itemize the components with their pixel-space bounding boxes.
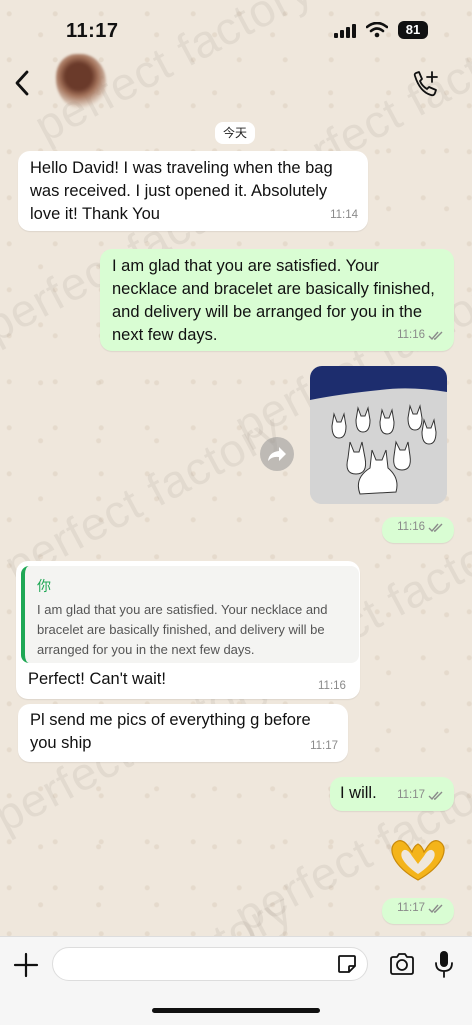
message-time: 11:14	[330, 209, 358, 221]
chat-header	[0, 54, 472, 110]
heart-hands-emoji-icon[interactable]	[386, 834, 450, 884]
incoming-message[interactable]: Pl send me pics of everything g before y…	[18, 704, 348, 762]
quote-text: I am glad that you are satisfied. Your n…	[37, 602, 328, 657]
message-time-wrap: 11:16	[397, 324, 444, 347]
message-time-wrap: 11:17	[397, 897, 444, 920]
signal-icon	[334, 24, 356, 38]
status-time: 11:17	[66, 20, 119, 42]
read-ticks-icon	[428, 523, 443, 532]
incoming-message[interactable]: Hello David! I was traveling when the ba…	[18, 151, 368, 231]
forward-button[interactable]	[260, 437, 294, 471]
add-call-button[interactable]	[410, 70, 440, 100]
read-ticks-icon	[428, 904, 443, 913]
microphone-button[interactable]	[434, 949, 454, 979]
contact-avatar[interactable]	[56, 54, 106, 110]
sticker-image	[310, 366, 447, 504]
quoted-message[interactable]: 你 I am glad that you are satisfied. Your…	[21, 566, 359, 663]
message-text: Perfect! Can't wait!	[28, 670, 166, 688]
message-time: 11:17	[397, 902, 425, 914]
outgoing-message-time: 11:17	[382, 898, 454, 924]
outgoing-message[interactable]: I am glad that you are satisfied. Your n…	[100, 249, 454, 351]
message-input[interactable]	[52, 947, 368, 981]
message-time-wrap: 11:17	[397, 784, 444, 807]
message-time-wrap: 11:14	[330, 204, 358, 227]
back-button[interactable]	[10, 66, 36, 100]
read-ticks-icon	[428, 331, 443, 340]
wifi-icon	[366, 22, 388, 38]
outgoing-message[interactable]: I will. 11:17	[330, 777, 454, 811]
message-time-wrap: 11:17	[310, 735, 338, 758]
message-time-wrap: 11:16	[397, 516, 444, 539]
message-time: 11:16	[318, 680, 346, 692]
message-text: Hello David! I was traveling when the ba…	[30, 159, 333, 223]
home-indicator	[152, 1008, 320, 1013]
quote-author: 你	[37, 578, 51, 594]
outgoing-message-time: 11:16	[382, 517, 454, 543]
date-chip: 今天	[215, 122, 256, 144]
sticker-button[interactable]	[336, 953, 358, 975]
status-bar: 11:17 81	[0, 0, 472, 58]
message-text: I will.	[340, 784, 377, 802]
forward-icon	[268, 447, 286, 461]
read-ticks-icon	[428, 791, 443, 800]
attach-plus-button[interactable]	[12, 951, 40, 979]
message-text: Pl send me pics of everything g before y…	[30, 711, 311, 752]
message-text: I am glad that you are satisfied. Your n…	[112, 257, 435, 344]
message-time: 11:17	[310, 740, 338, 752]
camera-button[interactable]	[388, 951, 416, 977]
message-time: 11:16	[397, 521, 425, 533]
message-time: 11:17	[397, 789, 425, 801]
message-time: 11:16	[397, 329, 425, 341]
battery-icon: 81	[398, 21, 428, 39]
image-message[interactable]	[310, 366, 447, 504]
